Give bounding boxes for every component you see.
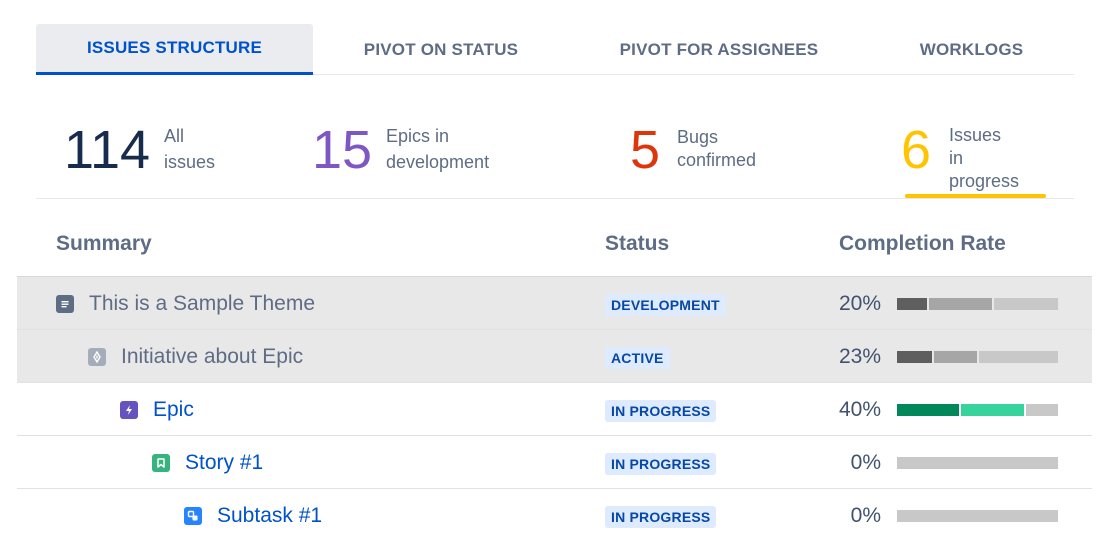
subtask-icon: [184, 507, 202, 525]
active-stat-underline: [905, 194, 1046, 198]
stat-value: 114: [64, 120, 151, 180]
completion-bar-segment: [897, 298, 928, 310]
stat-label: Issues in progress: [949, 125, 1020, 191]
completion-percent: 23%: [838, 345, 881, 368]
issue-name[interactable]: Subtask #1: [217, 503, 322, 529]
completion-bar-segment: [897, 457, 1058, 469]
issue-name[interactable]: This is a Sample Theme: [89, 291, 315, 317]
tab-issues-structure[interactable]: ISSUES STRUCTURE: [36, 24, 313, 75]
completion-bar-segment: [1025, 404, 1058, 416]
stat-value: 15: [312, 120, 373, 180]
completion-bar-segment: [897, 510, 1058, 522]
initiative-icon: [88, 348, 106, 366]
stats-summary: 114 All issues 15 Epics in development 5 B…: [36, 75, 1074, 199]
issues-table-body: This is a Sample Theme DEVELOPMENT 20% I…: [17, 277, 1092, 536]
tab-pivot-for-assignees[interactable]: PIVOT FOR ASSIGNEES: [569, 24, 869, 75]
story-icon: [152, 454, 170, 472]
stat-label: Bugs confirmed: [677, 127, 757, 170]
completion-bar: [897, 510, 1058, 522]
status-badge: DEVELOPMENT: [605, 294, 726, 316]
completion-bar-segment: [993, 298, 1058, 310]
issue-name[interactable]: Story #1: [185, 450, 263, 476]
status-badge: IN PROGRESS: [605, 400, 717, 422]
completion-percent: 0%: [850, 451, 881, 474]
completion-bar-segment: [934, 351, 978, 363]
completion-bar: [897, 351, 1058, 363]
completion-percent: 0%: [850, 504, 881, 527]
table-row[interactable]: Initiative about Epic ACTIVE 23%: [17, 330, 1092, 383]
tab-bar: ISSUES STRUCTURE PIVOT ON STATUS PIVOT F…: [36, 24, 1074, 75]
completion-bar: [897, 457, 1058, 469]
issue-name[interactable]: Initiative about Epic: [121, 344, 303, 370]
completion-bar-segment: [979, 351, 1058, 363]
column-header-completion-rate[interactable]: Completion Rate: [839, 232, 1006, 256]
epic-icon: [120, 401, 138, 419]
completion-bar-segment: [961, 404, 1024, 416]
theme-icon: [56, 295, 74, 313]
tab-worklogs[interactable]: WORKLOGS: [869, 24, 1074, 75]
completion-bar: [897, 404, 1058, 416]
column-header-summary[interactable]: Summary: [56, 232, 152, 256]
table-row[interactable]: Epic IN PROGRESS 40%: [17, 383, 1092, 436]
completion-percent: 40%: [838, 398, 881, 421]
stat-value: 6: [901, 120, 932, 180]
tab-pivot-on-status[interactable]: PIVOT ON STATUS: [313, 24, 569, 75]
status-badge: IN PROGRESS: [605, 506, 717, 528]
column-header-status[interactable]: Status: [605, 232, 669, 256]
status-badge: ACTIVE: [605, 347, 670, 369]
status-badge: IN PROGRESS: [605, 453, 717, 475]
stat-label: All issues: [164, 126, 216, 172]
completion-bar: [897, 298, 1058, 310]
completion-bar-segment: [897, 404, 960, 416]
stat-value: 5: [630, 120, 661, 180]
stat-label: Epics in development: [386, 126, 490, 172]
table-row[interactable]: Subtask #1 IN PROGRESS 0%: [17, 489, 1092, 536]
completion-bar-segment: [929, 298, 992, 310]
completion-bar-segment: [897, 351, 933, 363]
table-row[interactable]: This is a Sample Theme DEVELOPMENT 20%: [17, 277, 1092, 330]
completion-percent: 20%: [838, 292, 881, 315]
issue-name[interactable]: Epic: [153, 397, 194, 423]
table-row[interactable]: Story #1 IN PROGRESS 0%: [17, 436, 1092, 489]
table-header: Summary Status Completion Rate: [17, 220, 1092, 277]
